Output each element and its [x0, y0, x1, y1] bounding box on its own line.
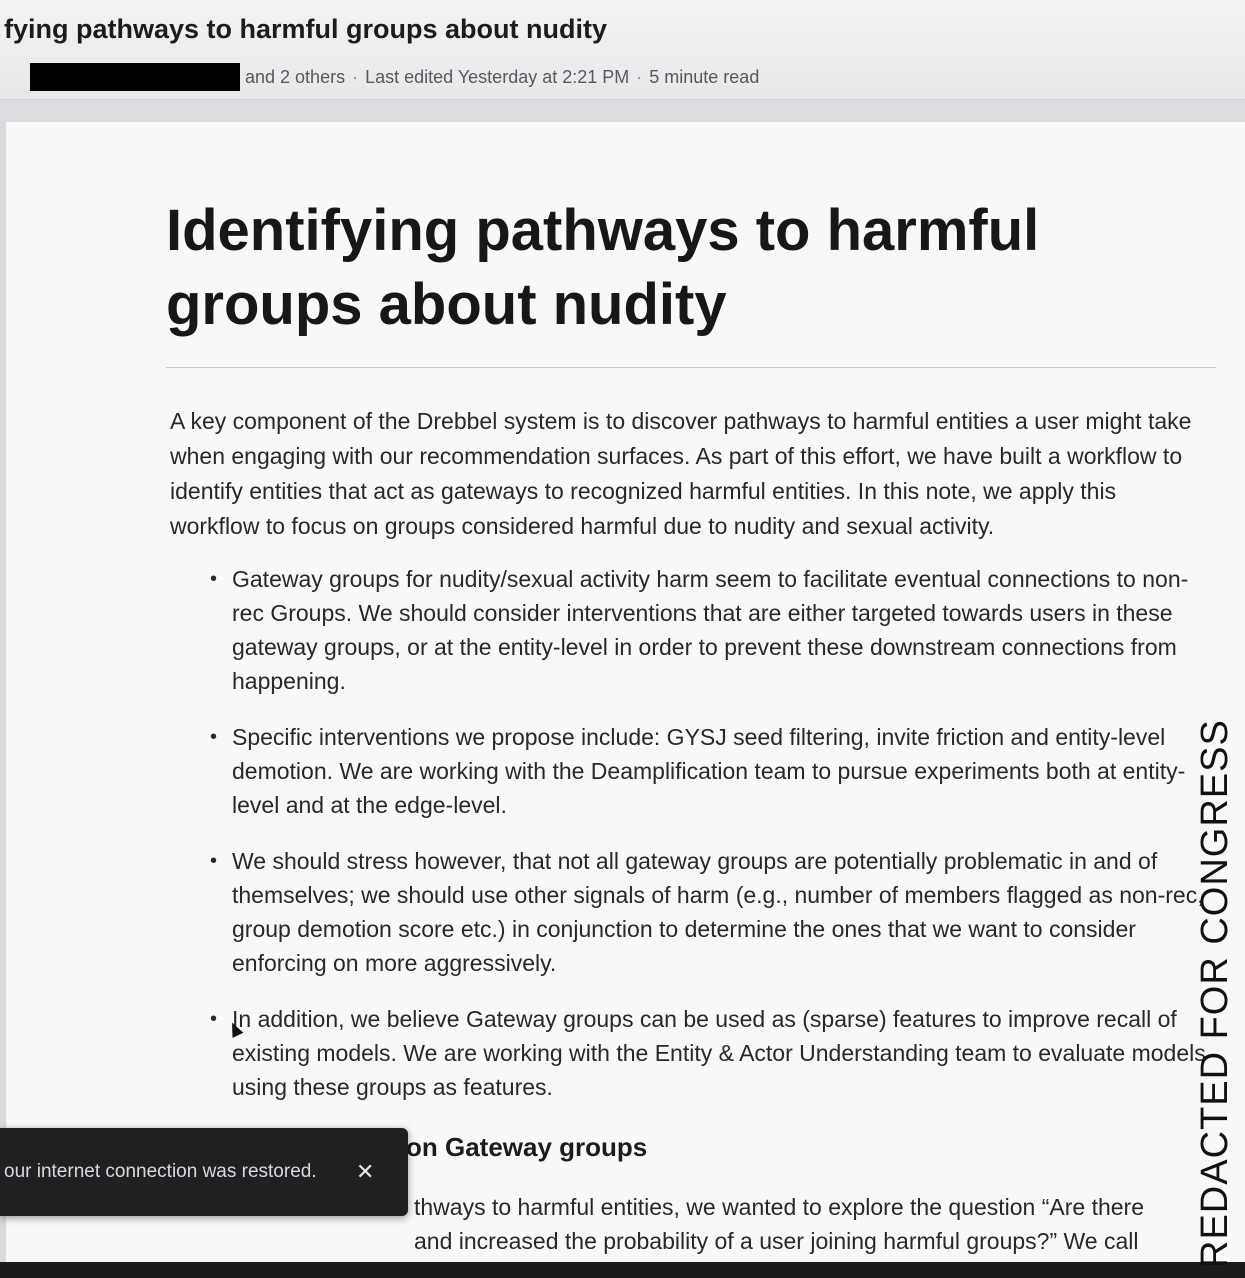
list-item: • Specific interventions we propose incl…	[206, 720, 1206, 822]
title-divider	[166, 367, 1216, 368]
list-item: • Gateway groups for nudity/sexual activ…	[206, 562, 1206, 698]
list-item-text: In addition, we believe Gateway groups c…	[232, 1006, 1206, 1100]
toast-message: our internet connection was restored.	[4, 1161, 317, 1182]
list-item-text: Gateway groups for nudity/sexual activit…	[232, 566, 1189, 694]
close-icon[interactable]: ✕	[356, 1159, 374, 1185]
last-edited: Last edited Yesterday at 2:21 PM	[365, 66, 630, 87]
section-paragraph-line: thways to harmful entities, we wanted to…	[414, 1194, 1145, 1220]
read-time: 5 minute read	[649, 66, 760, 87]
meta-separator: ·	[636, 66, 643, 87]
list-item-text: We should stress however, that not all g…	[232, 848, 1204, 976]
list-item-text: Specific interventions we propose includ…	[232, 724, 1186, 818]
key-points-list: • Gateway groups for nudity/sexual activ…	[206, 562, 1206, 1126]
section-heading-text: on Gateway groups	[406, 1132, 648, 1162]
bullet-icon: •	[210, 850, 218, 872]
bullet-icon: •	[210, 1008, 218, 1030]
connection-toast: our internet connection was restored. ✕	[0, 1128, 408, 1216]
header-title: fying pathways to harmful groups about n…	[4, 14, 608, 44]
document-page: Identifying pathways to harmful groups a…	[6, 122, 1245, 1278]
list-item: • In addition, we believe Gateway groups…	[206, 1002, 1206, 1104]
redaction-watermark: REDACTED FOR CONGRESS	[1194, 719, 1236, 1268]
section-paragraph-line: and increased the probability of a user …	[414, 1228, 1139, 1254]
header-meta: and 2 others · Last edited Yesterday at …	[30, 62, 759, 92]
header-shadow-gap	[0, 100, 1245, 122]
redacted-author-names	[30, 63, 240, 91]
list-item: • We should stress however, that not all…	[206, 844, 1206, 980]
meta-separator: ·	[352, 66, 359, 87]
bullet-icon: •	[210, 568, 218, 590]
screen-bezel	[0, 1262, 1245, 1278]
document-header-bar: fying pathways to harmful groups about n…	[0, 0, 1245, 100]
intro-paragraph: A key component of the Drebbel system is…	[170, 408, 1192, 539]
bullet-icon: •	[210, 726, 218, 748]
document-title: Identifying pathways to harmful groups a…	[166, 198, 1040, 337]
authors-suffix[interactable]: and 2 others	[245, 67, 345, 88]
